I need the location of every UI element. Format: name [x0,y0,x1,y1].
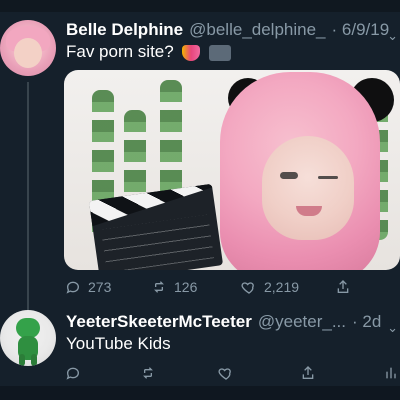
share-action[interactable] [334,278,374,296]
reply-action[interactable] [64,364,139,382]
reply-icon[interactable] [64,278,82,296]
handle[interactable]: @yeeter_... [258,312,346,332]
heart-icon[interactable] [240,278,258,296]
eye-right [318,176,338,179]
photo-subject [200,72,400,270]
share-icon[interactable] [334,278,352,296]
avatar[interactable] [0,20,56,76]
movie-camera-emoji [209,44,232,61]
tweet-actions [64,362,400,384]
retweet-icon[interactable] [139,364,157,382]
tweet-belle-delphine[interactable]: Belle Delphine @belle_delphine_ · 6/9/19… [0,12,400,314]
timestamp[interactable]: · 2d [352,312,381,332]
like-count: 2,219 [264,279,300,295]
heart-on-fire-emoji [182,44,201,61]
handle[interactable]: @belle_delphine_ [189,20,325,40]
tweet-text-content: Fav porn site? [66,42,174,61]
tweet-header: Belle Delphine @belle_delphine_ · 6/9/19… [66,18,396,42]
share-action[interactable] [299,364,374,382]
tweet-header: YeeterSkeeterMcTeeter @yeeter_... · 2d ⌄ [66,310,396,334]
tweet-media[interactable] [64,70,400,270]
eye-left [280,172,298,179]
tweet-text: YouTube Kids [66,334,171,353]
retweet-icon[interactable] [150,278,168,296]
tweet-reply[interactable]: YeeterSkeeterMcTeeter @yeeter_... · 2d ⌄… [0,300,400,386]
analytics-action[interactable] [374,364,400,382]
reply-action[interactable]: 273 [64,278,150,296]
display-name[interactable]: YeeterSkeeterMcTeeter [66,312,252,332]
chevron-down-icon[interactable]: ⌄ [387,320,396,334]
frog-leg-right [31,354,37,366]
share-icon[interactable] [299,364,317,382]
tweet-text: Fav porn site? [66,42,232,62]
avatar-face [14,38,42,68]
like-action[interactable] [217,364,299,382]
heart-icon[interactable] [217,364,235,382]
analytics-icon[interactable] [382,364,400,382]
display-name[interactable]: Belle Delphine [66,20,183,40]
tweet-actions: 273 126 2,219 [64,274,400,300]
timestamp[interactable]: · 6/9/19 [332,20,390,40]
chevron-down-icon[interactable]: ⌄ [387,28,396,42]
thread-connector-line [27,82,29,314]
retweet-count: 126 [174,279,198,295]
frog-head [16,318,40,338]
mouth [296,206,322,216]
reply-count: 273 [88,279,112,295]
clapperboard-lines [100,214,215,270]
retweet-action[interactable] [139,364,217,382]
face [262,136,354,240]
reply-icon[interactable] [64,364,82,382]
retweet-action[interactable]: 126 [150,278,240,296]
frog-leg-left [19,354,25,366]
frame-top-edge [0,0,400,12]
like-action[interactable]: 2,219 [240,278,334,296]
avatar[interactable] [0,310,56,366]
frame-bottom-edge [0,386,400,400]
